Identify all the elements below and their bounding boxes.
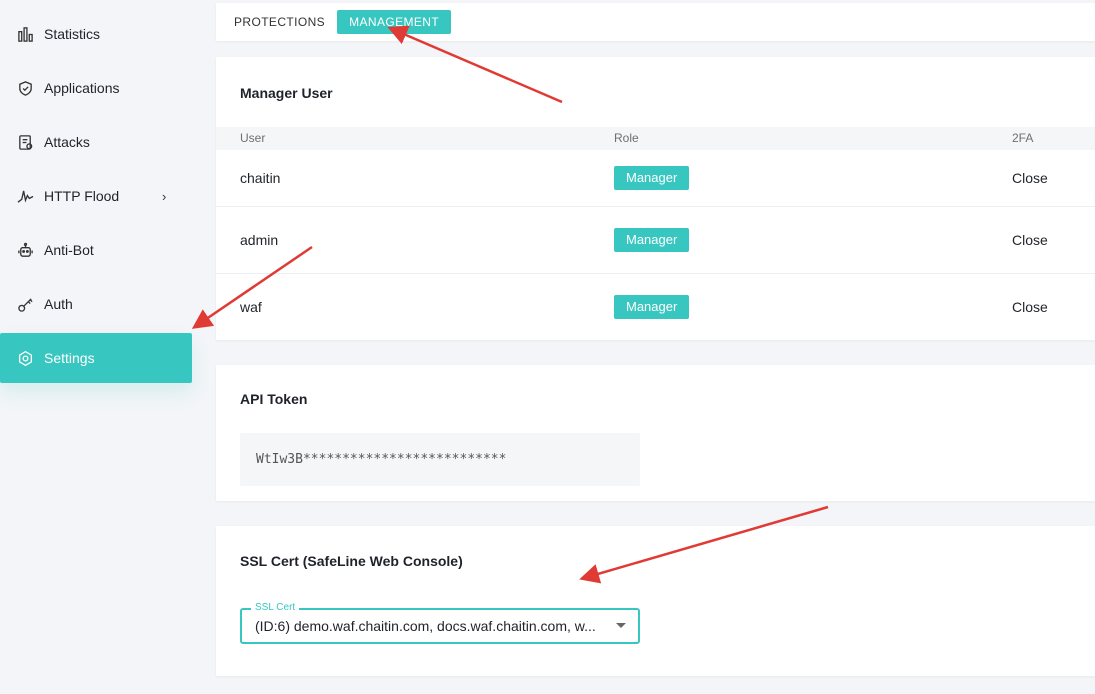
tab-management[interactable]: MANAGEMENT	[337, 10, 452, 34]
sidebar: Statistics Applications Attacks HTTP Flo…	[0, 0, 200, 694]
sidebar-item-auth[interactable]: Auth	[0, 279, 192, 329]
role-badge: Manager	[614, 228, 690, 252]
sidebar-item-applications[interactable]: Applications	[0, 63, 192, 113]
api-token-card: API Token WtIw3B************************…	[216, 365, 1095, 501]
ssl-cert-field-label: SSL Cert	[251, 601, 300, 615]
table-row: chaitin Manager Close	[216, 150, 1095, 207]
user-name: waf	[240, 299, 262, 315]
sidebar-item-label: Anti-Bot	[44, 242, 94, 258]
user-name: admin	[240, 232, 279, 248]
role-badge: Manager	[614, 295, 690, 319]
key-icon	[16, 295, 34, 313]
sidebar-item-label: Auth	[44, 296, 73, 312]
sidebar-item-attacks[interactable]: Attacks	[0, 117, 192, 167]
table-row: admin Manager Close	[216, 207, 1095, 274]
sidebar-item-label: Applications	[44, 80, 120, 96]
twofa-status: Close	[1012, 299, 1048, 315]
sidebar-item-anti-bot[interactable]: Anti-Bot	[0, 225, 192, 275]
ssl-cert-selected-value: (ID:6) demo.waf.chaitin.com, docs.waf.ch…	[255, 618, 596, 634]
role-badge: Manager	[614, 166, 690, 190]
robot-icon	[16, 241, 34, 259]
table-header: User Role 2FA	[216, 127, 1095, 150]
twofa-status: Close	[1012, 170, 1048, 186]
sidebar-item-label: Attacks	[44, 134, 90, 150]
settings-icon	[16, 349, 34, 367]
ssl-cert-select[interactable]: SSL Cert (ID:6) demo.waf.chaitin.com, do…	[240, 601, 640, 644]
twofa-status: Close	[1012, 232, 1048, 248]
column-header-2fa: 2FA	[1012, 131, 1034, 145]
tab-protections[interactable]: PROTECTIONS	[234, 10, 337, 34]
api-token-value[interactable]: WtIw3B**************************	[240, 433, 640, 486]
sidebar-item-label: HTTP Flood	[44, 188, 120, 204]
sidebar-item-http-flood[interactable]: HTTP Flood ›	[0, 171, 192, 221]
tab-bar: PROTECTIONS MANAGEMENT	[216, 3, 1095, 41]
table-row: waf Manager Close	[216, 274, 1095, 340]
bar-chart-icon	[16, 25, 34, 43]
manager-user-title: Manager User	[240, 85, 333, 101]
shield-icon	[16, 79, 34, 97]
column-header-role: Role	[614, 131, 639, 145]
sidebar-item-label: Settings	[44, 350, 95, 366]
caret-down-icon[interactable]	[616, 623, 626, 628]
pulse-icon	[16, 187, 34, 205]
manager-user-card: Manager User User Role 2FA chaitin Manag…	[216, 57, 1095, 340]
sidebar-item-settings[interactable]: Settings	[0, 333, 192, 383]
sidebar-item-label: Statistics	[44, 26, 101, 42]
ssl-cert-title: SSL Cert (SafeLine Web Console)	[240, 553, 463, 569]
api-token-title: API Token	[240, 391, 308, 407]
user-name: chaitin	[240, 170, 281, 186]
column-header-user: User	[240, 131, 266, 145]
report-icon	[16, 133, 34, 151]
ssl-cert-card: SSL Cert (SafeLine Web Console) SSL Cert…	[216, 526, 1095, 676]
sidebar-item-statistics[interactable]: Statistics	[0, 9, 192, 59]
chevron-right-icon[interactable]: ›	[162, 189, 166, 204]
